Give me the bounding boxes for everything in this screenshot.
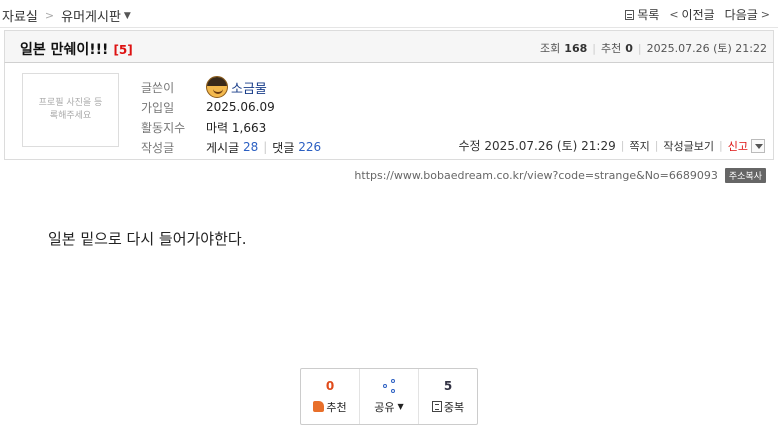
recommend-count: 0	[625, 41, 633, 55]
post-meta: 조회 168 | 추천 0 | 2025.07.26 (토) 21:22	[540, 40, 767, 56]
recommend-count: 0	[325, 378, 335, 393]
list-icon	[625, 9, 635, 20]
breadcrumb-board[interactable]: 유머게시판	[61, 6, 121, 25]
divider: |	[620, 139, 625, 152]
list-button[interactable]: 목록	[625, 6, 659, 23]
top-bar: 자료실 > 유머게시판 ▼ 목록 < 이전글 다음글 >	[0, 0, 778, 28]
duplicate-count: 5	[443, 378, 453, 393]
message-button[interactable]: 쪽지	[629, 138, 649, 154]
post-title-text: 일본 만쉐이!!!	[20, 42, 109, 58]
posts-text: 게시글	[206, 140, 240, 155]
breadcrumb: 자료실 > 유머게시판 ▼	[2, 6, 131, 25]
share-icon	[382, 378, 396, 393]
comment-count[interactable]: [5]	[113, 43, 132, 57]
breadcrumb-root[interactable]: 자료실	[2, 6, 38, 25]
chevron-down-icon[interactable]: ▼	[124, 11, 131, 21]
prev-post-button[interactable]: < 이전글	[669, 6, 714, 23]
chevron-left-icon: <	[669, 8, 679, 21]
post-title-bar: 일본 만쉐이!!! [5] 조회 168 | 추천 0 | 2025.07.26 …	[4, 30, 774, 63]
duplicate-button[interactable]: 5 중복	[419, 369, 477, 424]
reaction-box: 0 추천 공유 ▼ 5 중복	[300, 368, 478, 425]
post-datetime: 2025.07.26 (토) 21:22	[646, 42, 767, 55]
recommend-label: 추천	[326, 400, 347, 414]
chevron-right-icon: >	[760, 8, 770, 21]
comments-text: 댓글	[272, 140, 295, 155]
photo-placeholder-text: 프로필 사진을 등록해주세요	[38, 98, 103, 121]
share-button[interactable]: 공유 ▼	[360, 369, 419, 424]
chevron-down-icon[interactable]	[751, 138, 765, 153]
next-post-button[interactable]: 다음글 >	[725, 6, 770, 23]
breadcrumb-separator: >	[44, 9, 55, 22]
author-box: 프로필 사진을 등록해주세요 글쓴이 소금물 가입일 2025.06.09 활동…	[4, 63, 774, 160]
profile-photo-placeholder: 프로필 사진을 등록해주세요	[22, 73, 119, 147]
joined-date: 2025.06.09	[206, 100, 275, 114]
joined-label: 가입일	[141, 100, 175, 115]
prev-label: 이전글	[681, 8, 715, 22]
posts-label: 작성글	[141, 140, 175, 155]
recommend-label: 추천	[600, 42, 622, 55]
post-title: 일본 만쉐이!!! [5]	[20, 39, 133, 59]
views-count: 168	[564, 41, 588, 55]
divider: |	[719, 139, 723, 152]
post-body: 일본 밑으로 다시 들어가야한다.	[48, 230, 247, 248]
posts-count[interactable]: 28	[243, 140, 258, 154]
list-label: 목록	[637, 8, 660, 22]
divider: |	[637, 41, 642, 55]
post-actions: 수정 2025.07.26 (토) 21:29 | 쪽지 | 작성글보기 | 신…	[459, 137, 765, 154]
copy-icon	[431, 401, 442, 412]
recommend-button[interactable]: 0 추천	[301, 369, 360, 424]
chevron-down-icon: ▼	[397, 402, 404, 411]
activity-label: 활동지수	[141, 120, 186, 135]
author-info: 글쓴이 소금물 가입일 2025.06.09 활동지수 마력 1,663 작성글…	[141, 76, 321, 157]
report-button[interactable]: 신고	[728, 138, 748, 154]
duplicate-label: 중복	[443, 400, 465, 414]
view-posts-button[interactable]: 작성글보기	[663, 138, 714, 154]
writer-label: 글쓴이	[141, 80, 175, 95]
activity-value: 마력 1,663	[206, 120, 267, 135]
modified-datetime: 수정 2025.07.26 (토) 21:29	[458, 139, 616, 153]
views-label: 조회	[540, 42, 561, 55]
thumbs-up-icon	[313, 401, 325, 412]
avatar	[206, 76, 228, 98]
next-label: 다음글	[724, 8, 758, 22]
post-navigation: 목록 < 이전글 다음글 >	[615, 6, 770, 23]
copy-url-button[interactable]: 주소복사	[724, 168, 766, 183]
post-url: https://www.bobaedream.co.kr/view?code=s…	[354, 169, 718, 182]
divider: |	[654, 139, 659, 152]
author-nickname[interactable]: 소금물	[231, 78, 267, 97]
share-label: 공유	[374, 400, 395, 414]
comments-count[interactable]: 226	[298, 140, 321, 154]
post-url-row: https://www.bobaedream.co.kr/view?code=s…	[354, 168, 766, 183]
divider: |	[592, 41, 596, 55]
divider: |	[263, 140, 268, 154]
